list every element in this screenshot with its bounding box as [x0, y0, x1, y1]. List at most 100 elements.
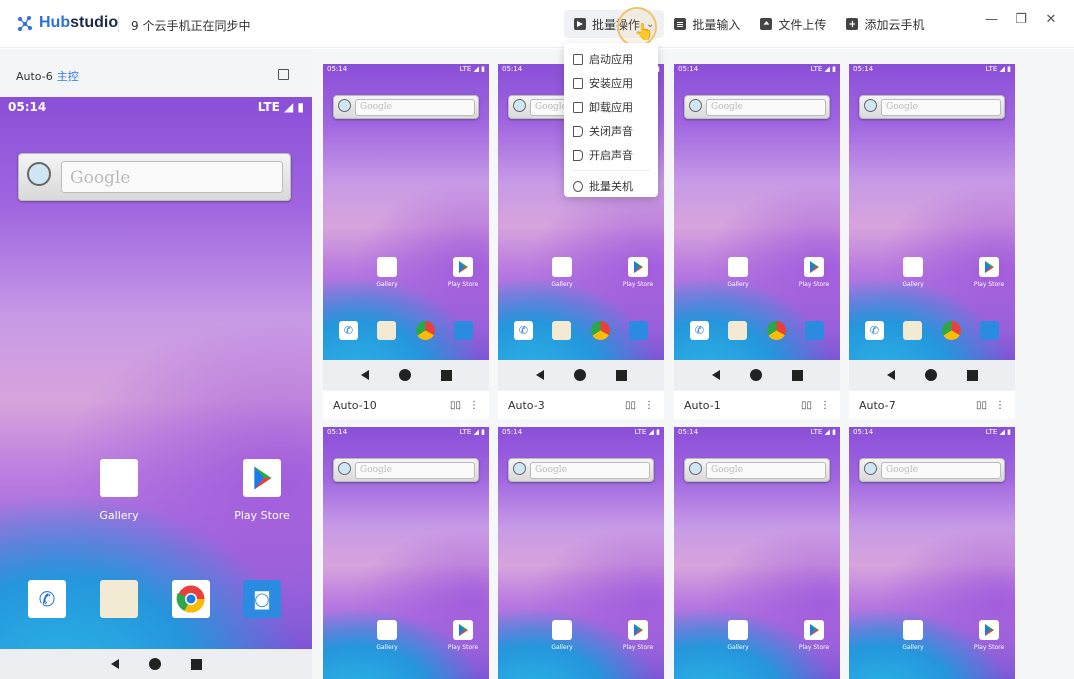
- play-store-app[interactable]: Play Store: [620, 257, 656, 288]
- sync-toggle-icon[interactable]: ▯▯: [625, 400, 636, 411]
- chrome-icon[interactable]: [942, 321, 961, 340]
- play-store-app[interactable]: Play Store: [620, 620, 656, 651]
- play-store-icon: [804, 620, 824, 640]
- play-store-app[interactable]: Play Store: [232, 459, 292, 522]
- more-icon[interactable]: ⋮: [995, 400, 1005, 411]
- recents-icon[interactable]: [615, 369, 627, 381]
- camera-icon[interactable]: ◙: [243, 580, 281, 618]
- google-search-widget[interactable]: Google: [684, 95, 830, 119]
- more-icon[interactable]: ⋮: [469, 400, 479, 411]
- gallery-app[interactable]: Gallery: [897, 257, 929, 288]
- play-store-label: Play Store: [798, 644, 830, 651]
- phone-icon[interactable]: ✆: [339, 321, 358, 340]
- google-search-widget[interactable]: Google: [18, 153, 291, 201]
- magnifier-icon: [864, 462, 877, 475]
- play-store-app[interactable]: Play Store: [796, 620, 832, 651]
- device-card[interactable]: 05:14 LTE ◢ ▮ Google Gallery Play Store: [323, 427, 489, 679]
- play-store-app[interactable]: Play Store: [796, 257, 832, 288]
- menu-item-shutdown[interactable]: 批量关机: [564, 174, 658, 198]
- notes-icon[interactable]: [728, 321, 747, 340]
- more-icon[interactable]: ⋮: [644, 400, 654, 411]
- magnifier-icon: [864, 99, 877, 112]
- google-search-widget[interactable]: Google: [684, 458, 830, 482]
- recents-icon[interactable]: [190, 658, 202, 670]
- gallery-app[interactable]: Gallery: [897, 620, 929, 651]
- menu-item-install-app[interactable]: 安装应用: [564, 71, 658, 95]
- device-card[interactable]: 05:14 LTE ◢ ▮ Google Gallery Play Store: [674, 427, 840, 679]
- file-upload-button[interactable]: 文件上传: [750, 10, 836, 38]
- gallery-app[interactable]: Gallery: [94, 459, 144, 522]
- gallery-app[interactable]: Gallery: [546, 257, 578, 288]
- expand-icon[interactable]: [278, 69, 289, 80]
- notes-icon[interactable]: [377, 321, 396, 340]
- magnifier-icon: [338, 462, 351, 475]
- play-store-app[interactable]: Play Store: [445, 257, 481, 288]
- power-icon: [573, 180, 583, 192]
- minimize-icon[interactable]: —: [985, 13, 998, 26]
- play-store-label: Play Store: [973, 281, 1005, 288]
- add-cloud-phone-button[interactable]: 添加云手机: [836, 10, 934, 38]
- play-store-app[interactable]: Play Store: [971, 620, 1007, 651]
- chrome-icon[interactable]: [172, 580, 210, 618]
- phone-icon[interactable]: ✆: [28, 580, 66, 618]
- more-icon[interactable]: ⋮: [820, 400, 830, 411]
- home-icon[interactable]: [398, 369, 411, 381]
- notes-icon[interactable]: [100, 580, 138, 618]
- plus-icon: [846, 18, 859, 30]
- back-icon[interactable]: [535, 370, 544, 380]
- device-card[interactable]: 05:14 LTE ◢ ▮ Google Gallery Play Store: [498, 427, 664, 679]
- gallery-app[interactable]: Gallery: [371, 257, 403, 288]
- device-card[interactable]: 05:14 LTE ◢ ▮ Google Gallery Play Store: [849, 427, 1015, 679]
- menu-item-launch-app[interactable]: 启动应用: [564, 47, 658, 71]
- home-icon[interactable]: [148, 658, 161, 670]
- menu-item-mute[interactable]: 关闭声音: [564, 119, 658, 143]
- restore-icon[interactable]: ❐: [1015, 13, 1027, 26]
- close-icon[interactable]: ✕: [1045, 13, 1057, 26]
- batch-input-button[interactable]: 批量输入: [664, 10, 750, 38]
- google-search-widget[interactable]: Google: [508, 458, 654, 482]
- gallery-app[interactable]: Gallery: [371, 620, 403, 651]
- google-search-widget[interactable]: Google: [333, 95, 479, 119]
- back-icon[interactable]: [711, 370, 720, 380]
- chrome-icon[interactable]: [767, 321, 786, 340]
- back-icon[interactable]: [110, 659, 119, 669]
- main-phone-screen[interactable]: 05:14 LTE ◢ ▮ Google Gallery Play Store …: [0, 97, 312, 679]
- recents-icon[interactable]: [791, 369, 803, 381]
- home-icon[interactable]: [924, 369, 937, 381]
- back-icon[interactable]: [360, 370, 369, 380]
- recents-icon[interactable]: [966, 369, 978, 381]
- phone-icon[interactable]: ✆: [865, 321, 884, 340]
- device-card[interactable]: 05:14LTE ◢ ▮GoogleGalleryPlay Store✆Auto…: [674, 64, 840, 419]
- google-search-widget[interactable]: Google: [859, 458, 1005, 482]
- sync-toggle-icon[interactable]: ▯▯: [976, 400, 987, 411]
- chrome-icon[interactable]: [416, 321, 435, 340]
- device-card[interactable]: 05:14LTE ◢ ▮GoogleGalleryPlay Store✆Auto…: [849, 64, 1015, 419]
- menu-item-uninstall-app[interactable]: 卸载应用: [564, 95, 658, 119]
- camera-icon[interactable]: [629, 321, 648, 340]
- google-search-widget[interactable]: Google: [333, 458, 479, 482]
- play-store-label: Play Store: [447, 281, 479, 288]
- notes-icon[interactable]: [552, 321, 571, 340]
- recents-icon[interactable]: [440, 369, 452, 381]
- menu-item-unmute[interactable]: 开启声音: [564, 143, 658, 167]
- menu-item-label: 关闭声音: [589, 125, 633, 138]
- back-icon[interactable]: [886, 370, 895, 380]
- sync-toggle-icon[interactable]: ▯▯: [801, 400, 812, 411]
- camera-icon[interactable]: [980, 321, 999, 340]
- gallery-app[interactable]: Gallery: [722, 257, 754, 288]
- phone-icon[interactable]: ✆: [514, 321, 533, 340]
- play-store-app[interactable]: Play Store: [445, 620, 481, 651]
- gallery-app[interactable]: Gallery: [722, 620, 754, 651]
- gallery-app[interactable]: Gallery: [546, 620, 578, 651]
- sync-toggle-icon[interactable]: ▯▯: [450, 400, 461, 411]
- home-icon[interactable]: [573, 369, 586, 381]
- camera-icon[interactable]: [805, 321, 824, 340]
- notes-icon[interactable]: [903, 321, 922, 340]
- play-store-app[interactable]: Play Store: [971, 257, 1007, 288]
- camera-icon[interactable]: [454, 321, 473, 340]
- home-icon[interactable]: [749, 369, 762, 381]
- chrome-icon[interactable]: [591, 321, 610, 340]
- google-search-widget[interactable]: Google: [859, 95, 1005, 119]
- device-card[interactable]: 05:14LTE ◢ ▮GoogleGalleryPlay Store✆Auto…: [323, 64, 489, 419]
- phone-icon[interactable]: ✆: [690, 321, 709, 340]
